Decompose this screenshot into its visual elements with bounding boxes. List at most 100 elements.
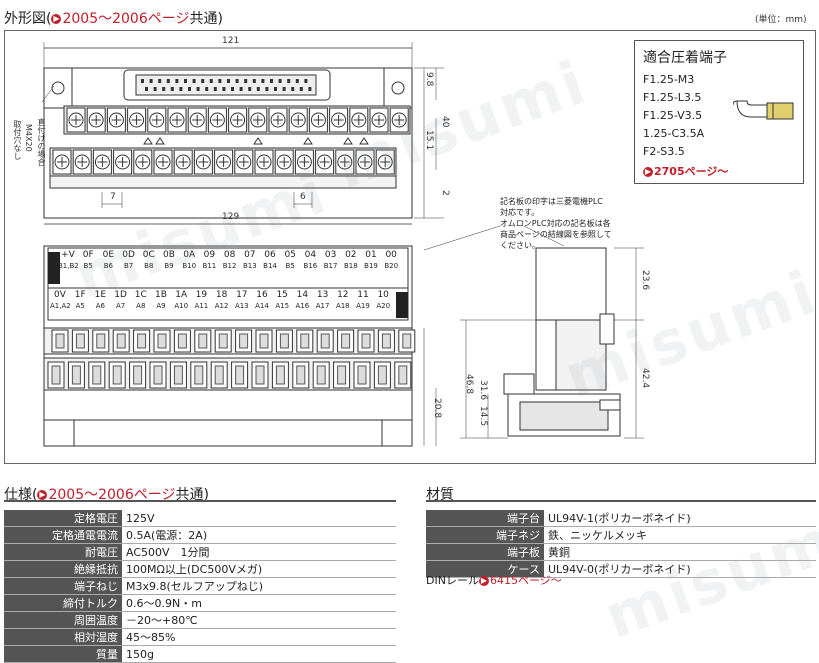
terminal-slot [116, 333, 126, 349]
terminal-slot [316, 365, 326, 385]
row-label: 端子台 [426, 510, 544, 527]
terminal-slot [194, 365, 204, 385]
terminal-label: 1A A10 [171, 290, 191, 312]
row-label: 周囲温度 [4, 611, 122, 629]
terminal-slot [157, 333, 167, 349]
connector-pin [239, 87, 243, 91]
row-value: 100MΩ以上(DC500Vメガ) [122, 560, 396, 578]
terminal-slot [259, 333, 269, 349]
row-value: UL94V-1(ポリカーボネイド) [544, 510, 816, 527]
pin-number: A12 [214, 302, 229, 310]
terminal-label: 02 B18 [341, 250, 361, 272]
signal-name: 11 [357, 290, 369, 300]
row-label: 定格電圧 [4, 510, 122, 527]
row-label: 端子板 [426, 543, 544, 561]
pin-number: A9 [156, 302, 166, 310]
signal-name: 04 [304, 250, 317, 260]
drawing-page-link[interactable]: 2005～2006ページ [62, 11, 189, 27]
pin-number: A8 [136, 302, 146, 310]
row-value: UL94V-0(ポリカーボネイド) [544, 560, 816, 578]
terminal-slot [71, 365, 81, 385]
terminal-slot [198, 333, 208, 349]
connector-pin [265, 87, 269, 91]
pin-number: A1,A2 [50, 302, 71, 310]
pin-number: B14 [263, 262, 277, 270]
spec-row: 端子ねじ M3x9.8(セルフアップねじ) [4, 577, 396, 595]
connector-pin [184, 79, 187, 83]
terminal-slot [173, 365, 183, 385]
terminal-slot [337, 365, 347, 385]
terminal-slot [381, 333, 391, 349]
material-table: 端子台 UL94V-1(ポリカーボネイド) 端子ネジ 鉄、ニッケルメッキ 端子板 黄銅 ケー… [426, 510, 816, 578]
pin-number: B5 [285, 262, 295, 270]
connector-pin [196, 87, 200, 91]
pin-number: B19 [364, 262, 378, 270]
signal-name: 05 [284, 250, 296, 260]
connector-pin [149, 79, 153, 83]
spec-row: 定格通電電流 0.5A(電源：2A) [4, 526, 396, 544]
terminal-slot [51, 365, 61, 385]
row-label: 定格通電電流 [4, 526, 122, 544]
terminal-label: 05 B5 [280, 250, 300, 272]
signal-name: 0V [54, 290, 66, 300]
signal-name: 01 [365, 250, 377, 260]
din-page-link[interactable]: 6415ページ～ [490, 574, 562, 587]
pin-number: B16 [303, 262, 318, 270]
connector-pin [304, 79, 308, 83]
row-value: 鉄、ニッケルメッキ [544, 526, 816, 544]
row-value: －20～+80℃ [122, 611, 396, 629]
dim-2: 2 [440, 190, 450, 196]
terminal-label: 19 A11 [191, 290, 211, 312]
nameplate-note: 記名板の印字は三菱電機PLC 対応です。 オムロンPLC対応の記名板は各 商品ペ… [500, 197, 612, 250]
dim-31-6: 31.6 [478, 380, 488, 401]
spec-row: 締付トルク 0.6～0.9N・m [4, 594, 396, 612]
signal-name: 18 [215, 290, 228, 300]
connector-pin [158, 79, 162, 83]
terminal-slot [96, 333, 106, 349]
spec-row: 周囲温度 －20～+80℃ [4, 611, 396, 629]
dim-9-8: 9.8 [424, 72, 434, 87]
material-row: 端子板 黄銅 [426, 543, 816, 561]
connector-pin [170, 87, 174, 91]
terminal-item: F1.25-M3 [643, 73, 695, 86]
dim-20-8: 20.8 [432, 398, 442, 419]
row-value: 150g [122, 645, 396, 663]
terminal-slot [218, 333, 228, 349]
terminal-page-link-row: ▶ 2705ページ～ [643, 163, 728, 179]
connector-pin [270, 79, 273, 83]
terminal-slot [137, 333, 147, 349]
terminal-label: 06 B14 [260, 250, 280, 272]
connector-pin [291, 87, 295, 91]
signal-name: 1B [155, 290, 167, 300]
connector-pin [278, 79, 282, 83]
row-label: 絶縁抵抗 [4, 560, 122, 578]
mount-note-screw-1: 直付けの場合 [37, 118, 46, 166]
connector-pin [188, 87, 191, 91]
row-label: 締付トルク [4, 594, 122, 612]
connector-pin [201, 79, 205, 83]
terminal-label: 15 A15 [272, 290, 292, 312]
terminal-label: 10 A20 [373, 290, 393, 312]
dim-46-8: 46.8 [464, 374, 474, 395]
connector-pin [218, 79, 222, 83]
spec-row: 相対湿度 45～85% [4, 628, 396, 646]
crimp-terminal-title: 適合圧着端子 [643, 50, 727, 66]
terminal-page-link[interactable]: 2705ページ～ [654, 165, 728, 178]
terminal-item: F1.25-V3.5 [643, 109, 703, 122]
connector-pin [274, 87, 277, 91]
link-arrow-icon: ▶ [643, 167, 653, 177]
terminal-slot [377, 365, 387, 385]
terminal-slot [300, 333, 310, 349]
pin-number: A10 [174, 302, 189, 310]
connector-pin [261, 79, 265, 83]
terminal-label: 14 A16 [292, 290, 312, 312]
row-value: 45～85% [122, 628, 396, 646]
material-row: 端子ネジ 鉄、ニッケルメッキ [426, 526, 816, 544]
row-label: 端子ねじ [4, 577, 122, 595]
connector-pin [141, 79, 144, 83]
connector-pin [235, 79, 239, 83]
signal-name: 17 [236, 290, 248, 300]
row-value: AC500V 1分間 [122, 543, 396, 561]
terminal-label: 03 B17 [321, 250, 341, 272]
pin-number: A17 [315, 302, 330, 310]
